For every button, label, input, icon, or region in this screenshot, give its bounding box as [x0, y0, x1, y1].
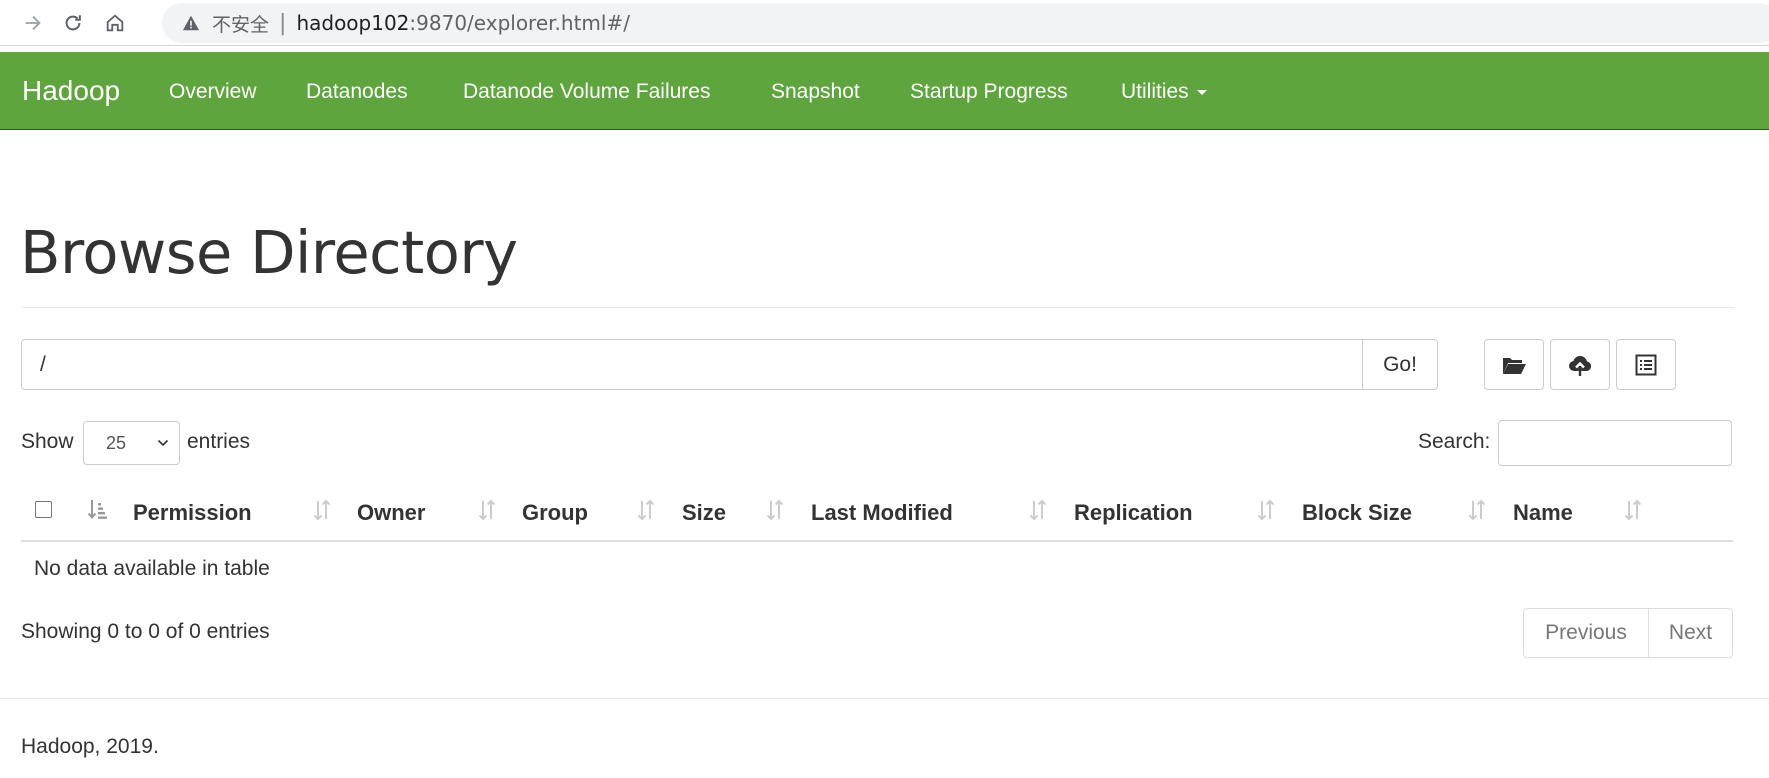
nav-datanode-volume-failures[interactable]: Datanode Volume Failures [463, 80, 710, 104]
sort-both-icon[interactable] [635, 496, 657, 524]
sort-both-icon[interactable] [476, 496, 498, 524]
forward-button[interactable] [16, 6, 50, 40]
cut-paste-button[interactable] [1616, 339, 1676, 390]
column-header-group[interactable]: Group [522, 500, 588, 526]
search-input[interactable] [1498, 420, 1732, 466]
top-navbar: Hadoop Overview Datanodes Datanode Volum… [0, 52, 1769, 130]
sort-both-icon[interactable] [764, 496, 786, 524]
previous-page-button[interactable]: Previous [1524, 609, 1649, 657]
entries-select-value: 25 [106, 432, 127, 453]
column-header-block-size[interactable]: Block Size [1302, 500, 1412, 526]
next-page-button[interactable]: Next [1649, 609, 1732, 657]
caret-down-icon [1196, 89, 1207, 95]
pagination: Previous Next [1523, 608, 1733, 658]
column-header-permission[interactable]: Permission [133, 500, 252, 526]
go-button[interactable]: Go! [1362, 340, 1437, 389]
column-header-owner[interactable]: Owner [357, 500, 425, 526]
footer-text: Hadoop, 2019. [21, 735, 159, 758]
select-all-checkbox[interactable] [35, 501, 52, 518]
table-header: Permission Owner Group Size Last Modifie… [21, 484, 1733, 542]
url-path: :9870/explorer.html#/ [409, 11, 630, 35]
browser-toolbar: 不安全 | hadoop102:9870/explorer.html#/ [0, 0, 1769, 46]
show-label: Show [21, 430, 74, 453]
sort-both-icon[interactable] [311, 496, 333, 524]
brand-link[interactable]: Hadoop [22, 75, 120, 107]
sort-both-icon[interactable] [1027, 496, 1049, 524]
entries-per-page-select[interactable]: 25 [83, 421, 180, 465]
nav-utilities[interactable]: Utilities [1121, 80, 1207, 104]
sort-both-icon[interactable] [1255, 496, 1277, 524]
nav-startup-progress[interactable]: Startup Progress [910, 80, 1068, 104]
sort-both-icon[interactable] [1622, 496, 1644, 524]
column-header-replication[interactable]: Replication [1074, 500, 1193, 526]
search-label: Search: [1418, 430, 1491, 453]
warning-icon [182, 15, 200, 31]
nav-utilities-label: Utilities [1121, 80, 1189, 103]
empty-table-message: No data available in table [34, 557, 270, 580]
create-directory-button[interactable] [1484, 339, 1544, 390]
cloud-upload-icon [1569, 355, 1592, 376]
address-separator: | [279, 10, 287, 36]
pagination-info: Showing 0 to 0 of 0 entries [21, 620, 270, 643]
sort-asc-icon[interactable] [87, 496, 109, 524]
column-header-size[interactable]: Size [682, 500, 726, 526]
nav-overview[interactable]: Overview [169, 80, 257, 104]
reload-icon [65, 15, 81, 31]
url-host: hadoop102 [296, 11, 410, 35]
entries-label: entries [187, 430, 251, 453]
footer-divider [0, 698, 1769, 699]
title-divider [22, 307, 1734, 308]
home-button[interactable] [98, 6, 132, 40]
upload-files-button[interactable] [1550, 339, 1610, 390]
home-icon [106, 14, 124, 32]
list-icon [1635, 354, 1657, 375]
path-input-group: Go! [21, 339, 1438, 390]
folder-open-icon [1503, 357, 1526, 374]
insecure-label: 不安全 [212, 13, 270, 36]
directory-path-input[interactable] [22, 340, 1362, 389]
reload-button[interactable] [56, 6, 90, 40]
nav-snapshot[interactable]: Snapshot [771, 80, 860, 104]
sort-both-icon[interactable] [1466, 496, 1488, 524]
column-header-name[interactable]: Name [1513, 500, 1573, 526]
page-title: Browse Directory [20, 218, 518, 287]
arrow-right-icon [25, 15, 41, 31]
nav-datanodes[interactable]: Datanodes [306, 80, 408, 104]
address-bar[interactable]: 不安全 | hadoop102:9870/explorer.html#/ [162, 3, 1769, 43]
chevron-down-icon [157, 439, 169, 447]
column-header-last-modified[interactable]: Last Modified [811, 500, 953, 526]
